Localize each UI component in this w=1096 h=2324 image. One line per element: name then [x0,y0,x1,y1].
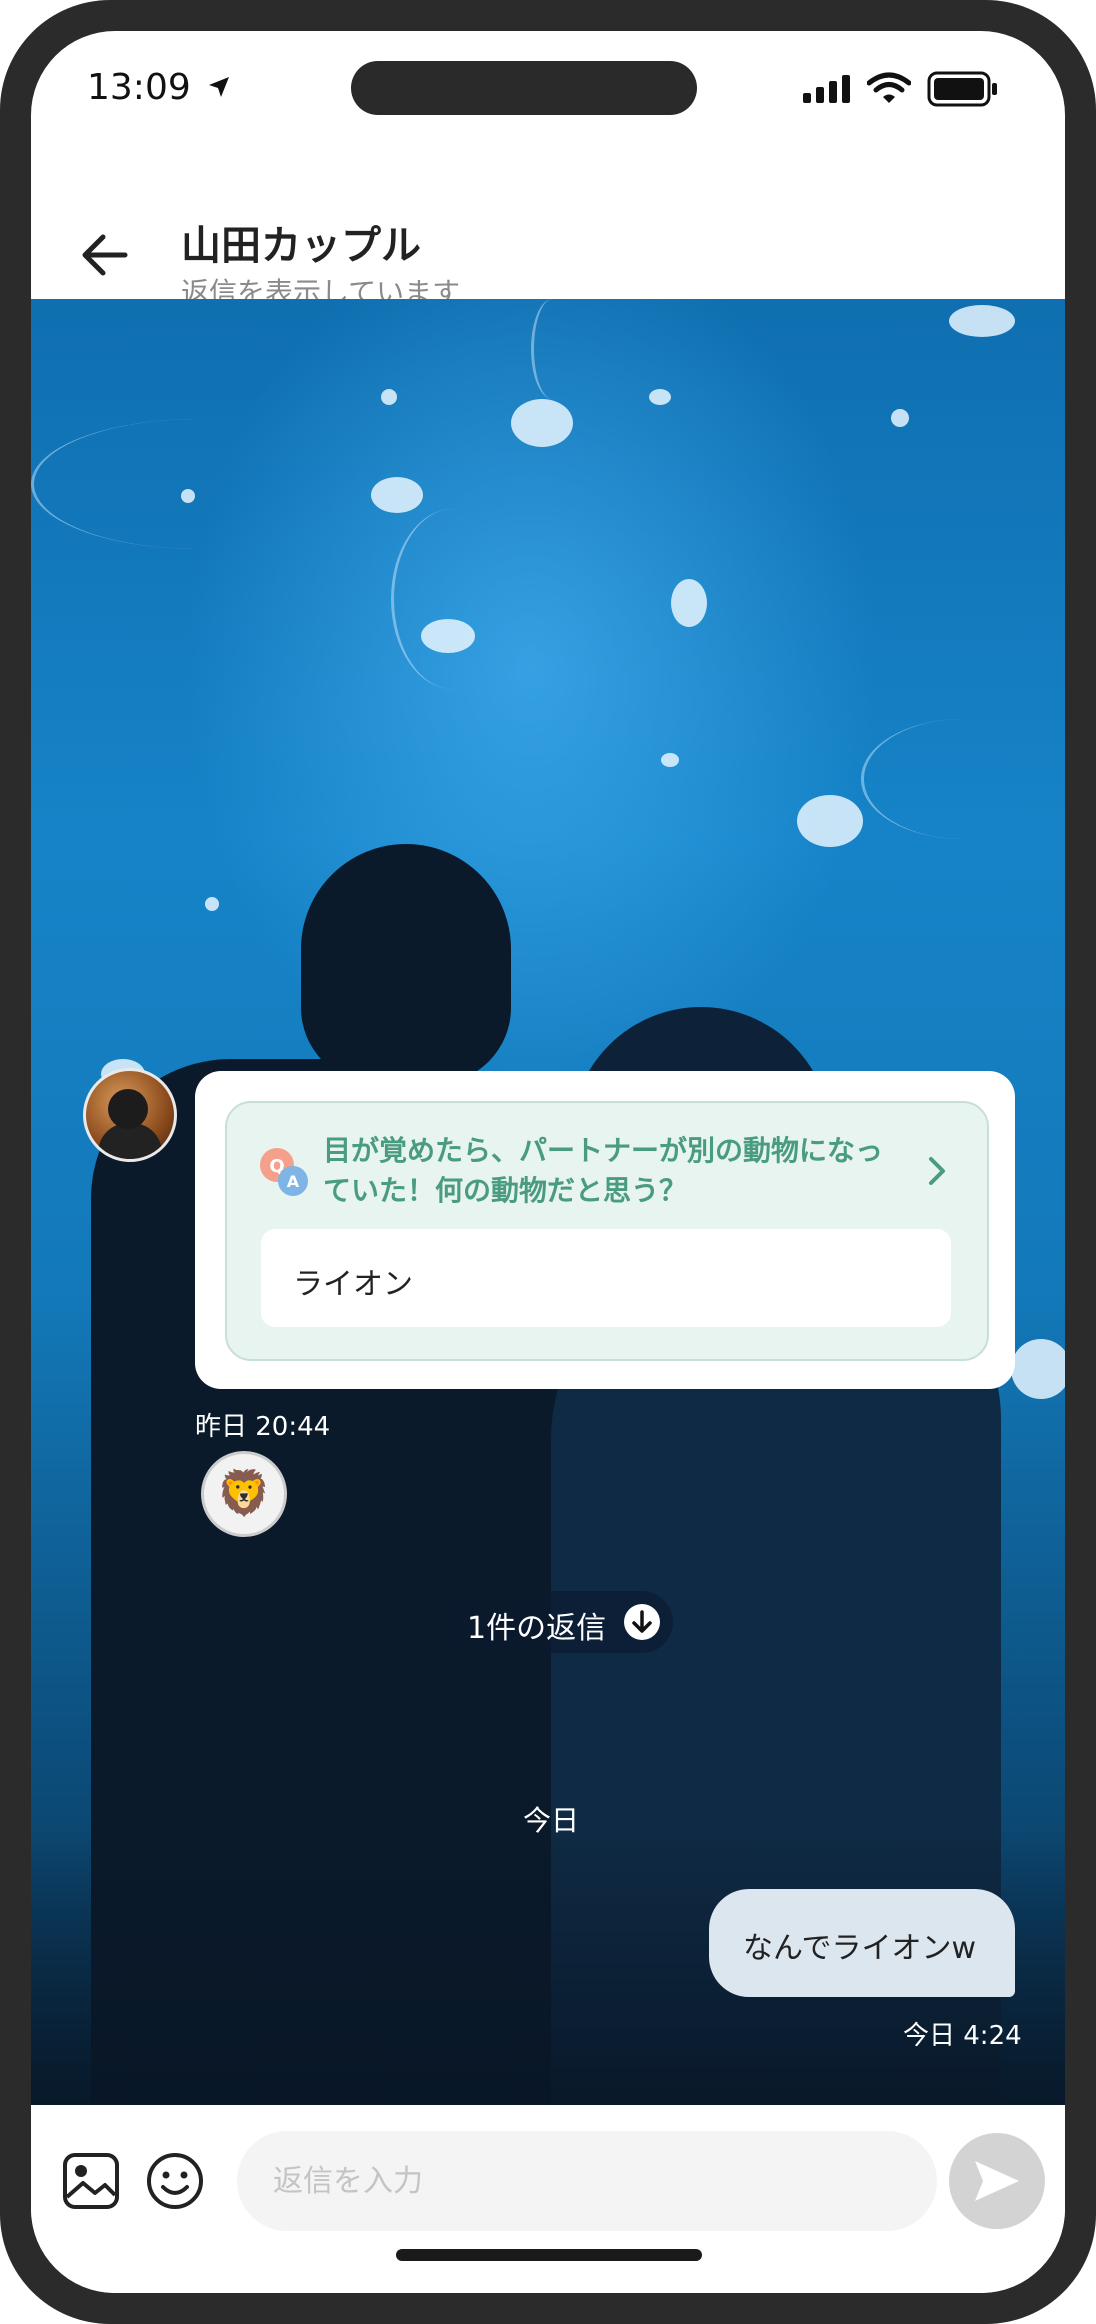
replies-button[interactable]: 1件の返信 [441,1591,673,1653]
status-time: 13:09 [87,67,191,108]
question-card: Q A 目が覚めたら、パートナーが別の動物になっていた！何の動物だと思う？ ライ… [195,1071,1015,1389]
day-divider: 今日 [523,1804,580,1837]
question-text: 目が覚めたら、パートナーが別の動物になっていた！何の動物だと思う？ [323,1134,884,1207]
arrow-left-icon[interactable] [81,233,129,277]
chat-header: 山田カップル 返信を表示しています [31,171,1065,309]
message-text: なんでライオンw [743,1931,977,1966]
home-indicator [396,2249,702,2261]
avatar[interactable] [83,1068,177,1162]
chat-title: 山田カップル [181,223,421,269]
arrow-down-circle-icon [624,1604,660,1640]
send-icon [975,2161,1019,2201]
chevron-right-icon[interactable] [927,1155,947,1187]
battery-icon [927,71,997,107]
replies-label: 1件の返信 [467,1611,607,1646]
answer-box: ライオン [261,1229,951,1327]
composer-bar [31,2105,1065,2293]
reaction-lion-icon[interactable]: 🦁 [201,1451,287,1537]
dynamic-island [351,61,697,115]
qa-icon: Q A [260,1148,308,1196]
emoji-icon[interactable] [145,2151,205,2211]
svg-text:A: A [287,1172,300,1191]
image-icon[interactable] [61,2151,121,2211]
send-button[interactable] [949,2133,1045,2229]
screen: 13:09 山田カップル 返信を表示しています Q A 目が覚めたら、パートナー… [31,31,1065,2293]
wifi-icon [867,72,911,103]
location-arrow-icon [209,77,229,97]
reply-input[interactable] [237,2131,937,2231]
qa-box[interactable]: Q A 目が覚めたら、パートナーが別の動物になっていた！何の動物だと思う？ ライ… [225,1101,989,1361]
post-timestamp: 昨日 20:44 [195,1412,331,1442]
signal-icon [803,75,850,103]
message-bubble[interactable]: なんでライオンw [709,1889,1015,1997]
answer-text: ライオン [293,1267,413,1302]
message-timestamp: 今日 4:24 [903,2021,1022,2051]
